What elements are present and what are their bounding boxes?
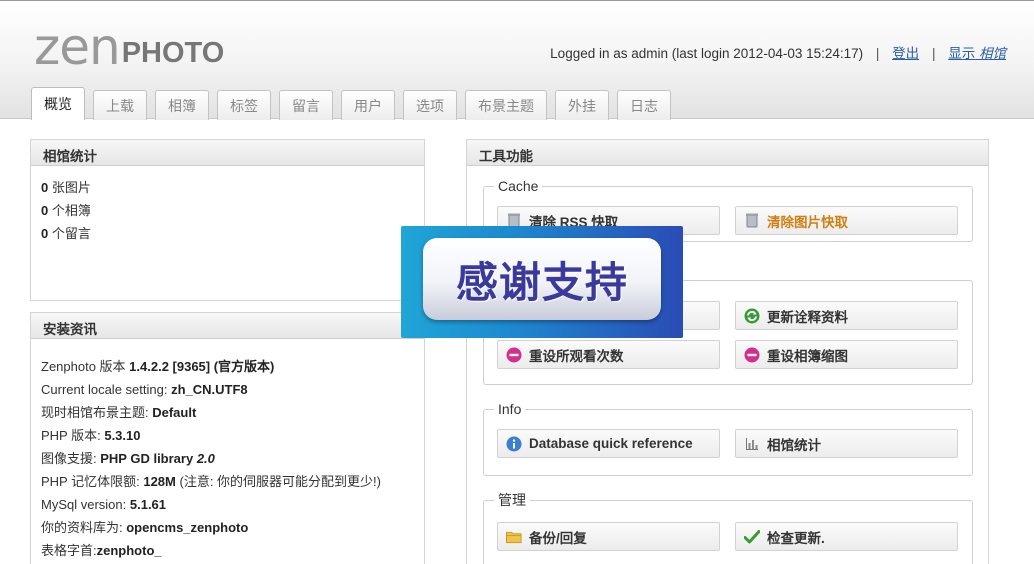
main-tabs: 概览 上载 相簿 标签 留言 用户 选项 布景主题 外挂 日志 [31,87,679,120]
install-info-row: 现时相馆布景主题: Default [41,405,197,420]
installation-info-panel: 安装资讯 Zenphoto 版本 1.4.2.2 [9365] (官方版本) Cu… [30,312,425,564]
info-icon [506,436,522,452]
stat-images: 0 张图片 [41,180,91,195]
tab-3[interactable]: 标签 [217,90,271,120]
tab-8[interactable]: 外挂 [555,90,609,120]
zenphoto-logo[interactable]: zen PHOTO [34,18,225,76]
refresh-metadata-button[interactable]: 更新诠释资料 [735,301,958,330]
install-info-row: Zenphoto 版本 1.4.2.2 [9365] (官方版本) [41,359,275,374]
gallery-stats-title: 相馆统计 [31,140,424,166]
check-updates-button[interactable]: 检查更新. [735,522,958,551]
tab-9[interactable]: 日志 [617,90,671,120]
info-group: Info Database quick reference 相馆统计 [483,401,973,476]
install-info-row: 图像支援: PHP GD library 2.0 [41,451,215,466]
utility-functions-title: 工具功能 [467,140,988,166]
installation-info-title: 安装资讯 [31,313,424,339]
reset-minus-icon [506,347,522,363]
tab-2[interactable]: 相簿 [155,90,209,120]
reset-album-thumbs-button[interactable]: 重设相簿缩图 [735,340,958,369]
view-gallery-link[interactable]: 显示 相馆 [948,46,1006,61]
logo-photo-text: PHOTO [121,37,225,69]
bar-chart-icon [744,436,760,452]
install-info-row: PHP 记忆体限额: 128M (注意: 你的伺服器可能分配到更少!) [41,474,381,489]
tab-0[interactable]: 概览 [31,87,85,120]
gallery-statistics-button[interactable]: 相馆统计 [735,429,958,458]
stat-comments: 0 个留言 [41,226,91,241]
install-info-row: PHP 版本: 5.3.10 [41,428,141,443]
tab-6[interactable]: 选项 [403,90,457,120]
thanks-overlay-banner: 感谢支持 [401,226,683,338]
stat-albums: 0 个相簿 [41,203,91,218]
login-status-text: Logged in as admin (last login 2012-04-0… [550,46,864,61]
reset-hitcounters-button[interactable]: 重设所观看次数 [497,340,720,369]
tab-1[interactable]: 上载 [93,90,147,120]
folder-icon [506,529,522,545]
utility-functions-panel: 工具功能 Cache 清除 RSS 快取 清除图片快取 更新诠释资料 重设所观看… [466,139,989,564]
tab-5[interactable]: 用户 [341,90,395,120]
database-quick-reference-button[interactable]: Database quick reference [497,429,720,458]
checkmark-icon [744,529,760,545]
logo-zen-text: zen [34,18,121,76]
backup-restore-button[interactable]: 备份/回复 [497,522,720,551]
logout-link[interactable]: 登出 [892,46,919,61]
reset-minus-icon [744,347,760,363]
install-info-row: 表格字首:zenphoto_ [41,543,162,558]
tab-7[interactable]: 布景主题 [465,90,547,120]
refresh-icon [744,308,760,324]
install-info-row: MySql version: 5.1.61 [41,497,167,512]
tab-4[interactable]: 留言 [279,90,333,120]
info-legend: Info [498,401,522,417]
admin-group: 管理 备份/回复 检查更新. [483,490,973,564]
admin-header: zen PHOTO Logged in as admin (last login… [0,0,1034,120]
admin-legend: 管理 [498,492,526,508]
cache-legend: Cache [498,178,539,194]
login-info: Logged in as admin (last login 2012-04-0… [550,46,1006,61]
thanks-text: 感谢支持 [455,257,628,307]
gallery-stats-panel: 相馆统计 0 张图片 0 个相簿 0 个留言 [30,139,425,301]
install-info-row: Current locale setting: zh_CN.UTF8 [41,382,248,397]
clear-image-cache-button[interactable]: 清除图片快取 [735,206,958,235]
cache-can-icon [744,213,760,229]
install-info-row: 你的资料库为: opencms_zenphoto [41,520,249,535]
